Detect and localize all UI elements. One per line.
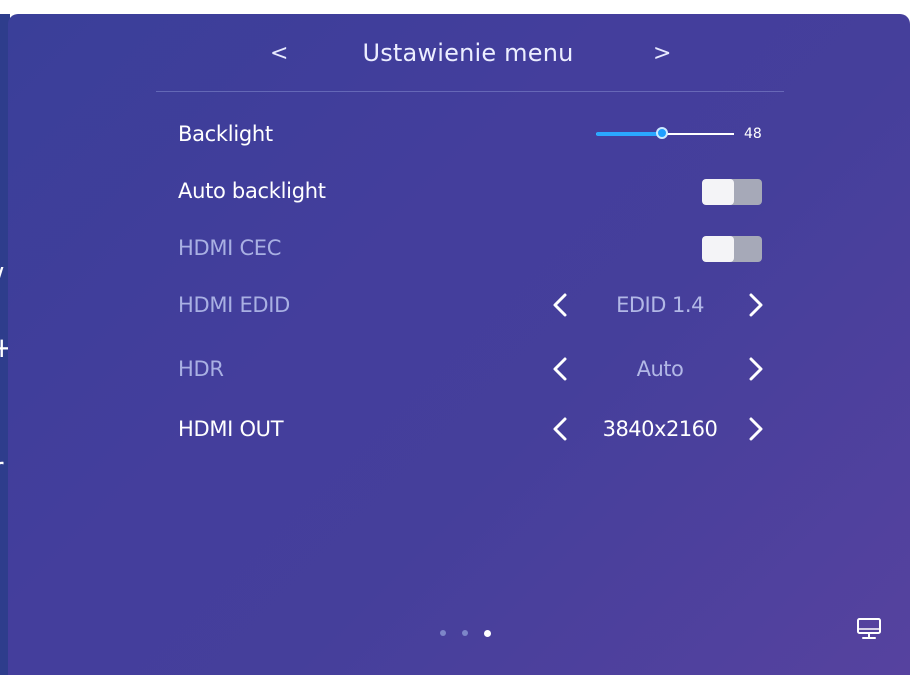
chevron-right-icon: > (653, 41, 672, 66)
menu-title: Ustawienie menu (362, 39, 574, 67)
backlight-slider-fill (596, 132, 662, 136)
auto-backlight-label: Auto backlight (178, 179, 326, 203)
backlight-row: Backlight 48 (178, 116, 778, 152)
header-divider (156, 91, 784, 92)
auto-backlight-row: Auto backlight (178, 173, 778, 209)
chevron-left-icon (553, 417, 567, 441)
backlight-slider-thumb[interactable] (656, 127, 668, 139)
next-menu-button[interactable]: > (653, 40, 671, 68)
prev-menu-button[interactable]: < (270, 40, 288, 68)
hdr-prev-button[interactable] (552, 351, 568, 387)
menu-header: < Ustawienie menu > (8, 14, 910, 94)
page-dot[interactable] (440, 630, 446, 636)
hdmi-edid-next-button[interactable] (748, 287, 764, 323)
auto-backlight-toggle[interactable] (702, 179, 762, 205)
hdr-row: HDR Auto (178, 351, 778, 387)
hdmi-edid-prev-button[interactable] (552, 287, 568, 323)
chevron-left-icon (553, 357, 567, 381)
hdmi-edid-label: HDMI EDID (178, 293, 291, 317)
hdmi-edid-row: HDMI EDID EDID 1.4 (178, 287, 778, 323)
hdmi-out-label: HDMI OUT (178, 417, 284, 441)
hdr-next-button[interactable] (748, 351, 764, 387)
page-indicator (440, 629, 510, 640)
chevron-right-icon (749, 417, 763, 441)
hdr-label: HDR (178, 357, 224, 381)
settings-panel: < Ustawienie menu > Backlight 48 Auto ba… (8, 14, 910, 675)
chevron-left-icon (553, 293, 567, 317)
monitor-button[interactable] (856, 617, 882, 641)
edge-fragment-bottom: r (0, 454, 4, 482)
chevron-right-icon (749, 357, 763, 381)
hdmi-out-value: 3840x2160 (602, 417, 718, 441)
hdmi-cec-label: HDMI CEC (178, 236, 282, 260)
hdmi-cec-toggle[interactable] (702, 236, 762, 262)
backlight-value: 48 (744, 126, 762, 142)
page-dot-active[interactable] (484, 629, 491, 637)
hdmi-out-row: HDMI OUT 3840x2160 (178, 411, 778, 447)
hdmi-out-next-button[interactable] (748, 411, 764, 447)
screen: / + r < Ustawienie menu > Backlight 48 A… (0, 0, 912, 675)
backlight-slider[interactable] (596, 127, 734, 139)
chevron-right-icon (749, 293, 763, 317)
hdmi-edid-value: EDID 1.4 (616, 293, 704, 317)
toggle-knob (702, 236, 734, 262)
hdmi-cec-row: HDMI CEC (178, 230, 778, 266)
edge-fragment-top: / (0, 264, 3, 292)
hdmi-out-prev-button[interactable] (552, 411, 568, 447)
chevron-left-icon: < (270, 41, 289, 66)
monitor-icon (857, 618, 881, 639)
hdr-value: Auto (636, 357, 684, 381)
backlight-label: Backlight (178, 122, 273, 146)
page-dot[interactable] (462, 630, 468, 636)
toggle-knob (702, 179, 734, 205)
